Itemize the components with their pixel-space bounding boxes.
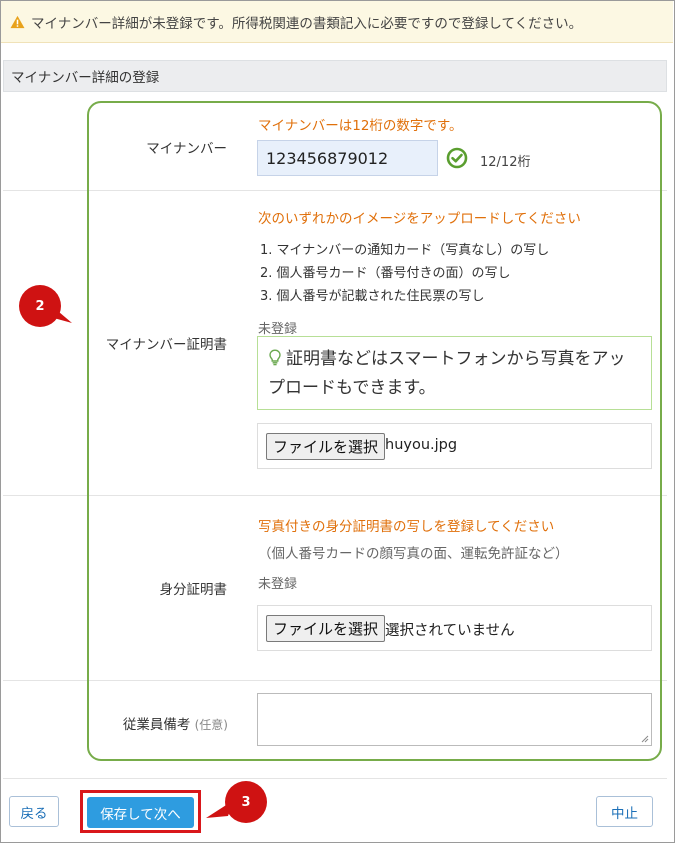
remarks-label-group: 従業員備考 (任意) xyxy=(108,713,228,733)
list-item: 1. マイナンバーの通知カード（写真なし）の写し xyxy=(260,243,550,258)
row-divider xyxy=(3,495,667,496)
back-button[interactable]: 戻る xyxy=(9,796,59,827)
mynumber-hint: マイナンバーは12桁の数字です。 xyxy=(258,118,463,134)
certificate-label: マイナンバー証明書 xyxy=(105,337,227,353)
save-next-button[interactable]: 保存して次へ xyxy=(87,797,194,828)
id-card-file-input: ファイルを選択 選択されていません xyxy=(257,605,652,651)
section-title: マイナンバー詳細の登録 xyxy=(11,70,160,86)
row-divider xyxy=(3,190,667,191)
remarks-label: 従業員備考 xyxy=(122,717,191,733)
id-card-sub-instruction: （個人番号カードの顔写真の面、運転免許証など） xyxy=(258,546,569,562)
tip-box: 証明書などはスマートフォンから写真をアップロードもできます。 xyxy=(257,336,652,410)
certificate-file-input: ファイルを選択 huyou.jpg xyxy=(257,423,652,469)
certificate-file-name: huyou.jpg xyxy=(385,437,458,453)
callout-2-number: 2 xyxy=(35,299,45,314)
list-item: 2. 個人番号カード（番号付きの面）の写し xyxy=(260,266,511,281)
id-card-label: 身分証明書 xyxy=(159,582,228,598)
mynumber-input[interactable] xyxy=(257,140,438,176)
certificate-status: 未登録 xyxy=(258,322,298,337)
resize-grip-icon[interactable] xyxy=(641,735,649,743)
warning-icon xyxy=(10,15,25,28)
id-card-status: 未登録 xyxy=(258,577,298,592)
id-card-file-button[interactable]: ファイルを選択 xyxy=(266,615,386,642)
lightbulb-icon xyxy=(269,349,281,366)
digit-count: 12/12桁 xyxy=(480,155,531,170)
certificate-instruction: 次のいずれかのイメージをアップロードしてください xyxy=(258,211,581,227)
row-divider xyxy=(3,778,667,779)
warning-alert: マイナンバー詳細が未登録です。所得税関連の書類記入に必要ですので登録してください… xyxy=(1,1,673,43)
cancel-button[interactable]: 中止 xyxy=(596,796,653,827)
remarks-textarea[interactable] xyxy=(257,693,652,746)
id-card-instruction: 写真付きの身分証明書の写しを登録してください xyxy=(258,519,555,535)
callout-3-number: 3 xyxy=(241,795,251,810)
list-item: 3. 個人番号が記載された住民票の写し xyxy=(260,289,485,304)
mynumber-label: マイナンバー xyxy=(146,141,227,157)
id-card-file-name: 選択されていません xyxy=(385,623,515,639)
remarks-optional: (任意) xyxy=(194,718,228,732)
alert-message: マイナンバー詳細が未登録です。所得税関連の書類記入に必要ですので登録してください… xyxy=(31,15,583,32)
row-divider xyxy=(3,680,667,681)
certificate-file-button[interactable]: ファイルを選択 xyxy=(266,433,386,460)
check-circle-icon xyxy=(446,147,468,169)
section-header: マイナンバー詳細の登録 xyxy=(3,60,667,92)
tip-text: 証明書などはスマートフォンから写真をアップロードもできます。 xyxy=(268,349,626,398)
tip-content: 証明書などはスマートフォンから写真をアップロードもできます。 xyxy=(268,345,640,403)
